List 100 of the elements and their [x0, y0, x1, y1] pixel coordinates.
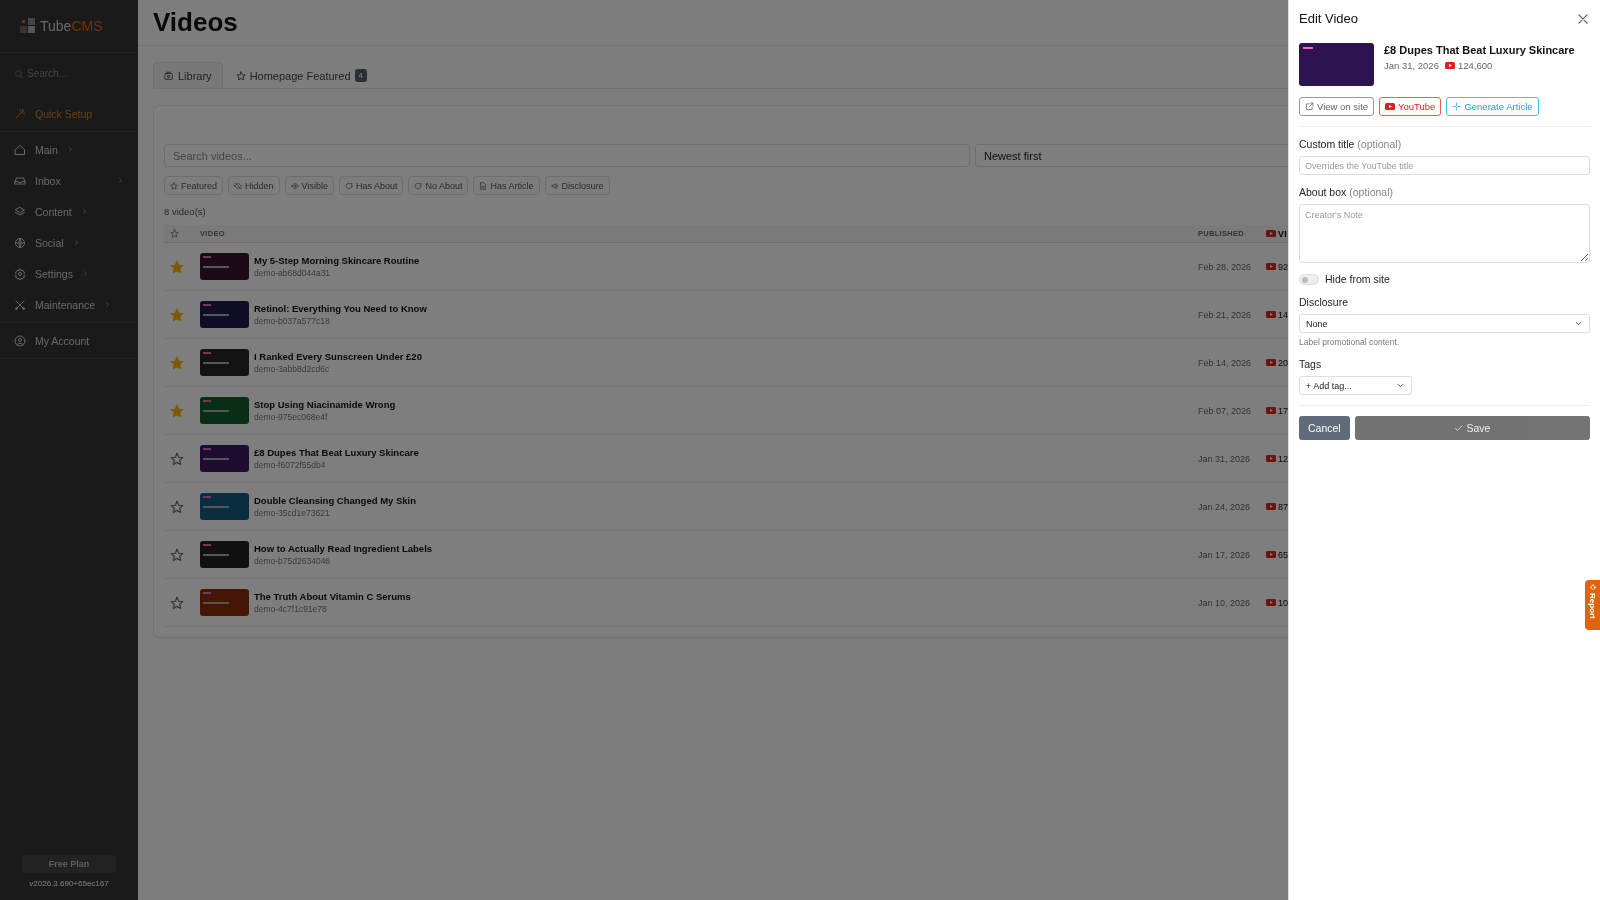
- field-label: Disclosure: [1299, 296, 1349, 308]
- about-box-field[interactable]: Creator's Note: [1299, 204, 1590, 263]
- layers-icon: [14, 205, 26, 218]
- view-on-site-button[interactable]: View on site: [1299, 97, 1375, 116]
- nav-item[interactable]: Main: [0, 134, 138, 165]
- youtube-icon: [1266, 407, 1276, 414]
- view-count: 87: [1266, 501, 1288, 512]
- user-icon: [14, 334, 26, 347]
- chevron-down-icon: [1396, 381, 1405, 390]
- star-icon[interactable]: [170, 547, 184, 562]
- youtube-icon: [1266, 230, 1276, 237]
- sort-dropdown[interactable]: Newest first: [975, 144, 1288, 167]
- published-date: Feb 14, 2026: [1198, 357, 1253, 368]
- filter-chip[interactable]: Hidden: [228, 176, 280, 195]
- nav-item[interactable]: Inbox: [0, 165, 138, 196]
- video-title: £8 Dupes That Beat Luxury Skincare: [254, 447, 419, 458]
- table-row[interactable]: My 5-Step Morning Skincare Routine demo-ab68d044a31 Feb 28, 2026 92: [164, 243, 1288, 291]
- generate-article-button[interactable]: Generate Article: [1446, 97, 1539, 116]
- table-row[interactable]: Double Cleansing Changed My Skin demo-35cd1e73621 Jan 24, 2026 87: [164, 483, 1288, 531]
- view-count: 65: [1266, 549, 1288, 560]
- video-thumbnail: [200, 301, 249, 328]
- video-thumbnail: [200, 397, 249, 424]
- eye-off-icon: [234, 181, 243, 190]
- video-date: Jan 31, 2026: [1384, 60, 1439, 71]
- star-icon[interactable]: [170, 403, 184, 418]
- column-header: VI: [1266, 228, 1288, 239]
- nav-item[interactable]: Content: [0, 196, 138, 227]
- video-thumbnail: [200, 253, 249, 280]
- view-count: 10: [1266, 597, 1288, 608]
- toggle-switch[interactable]: [1299, 273, 1319, 285]
- published-date: Jan 31, 2026: [1198, 453, 1252, 464]
- star-icon[interactable]: [170, 595, 184, 610]
- field-label: About box (optional): [1299, 186, 1394, 198]
- filter-chip[interactable]: Featured: [164, 176, 224, 195]
- view-count: 17: [1266, 405, 1288, 416]
- panel-title: Edit Video: [1299, 11, 1359, 26]
- video-title: I Ranked Every Sunscreen Under £20: [254, 351, 422, 362]
- published-date: Jan 24, 2026: [1198, 501, 1252, 512]
- table-row[interactable]: Stop Using Niacinamide Wrong demo-975ec068e4f Feb 07, 2026 17: [164, 387, 1288, 435]
- nav-item[interactable]: Settings: [0, 258, 138, 289]
- count-badge: 4: [354, 69, 367, 82]
- youtube-icon: [1266, 263, 1276, 270]
- filter-chip[interactable]: Visible: [284, 176, 334, 195]
- video-title: My 5-Step Morning Skincare Routine: [254, 255, 420, 266]
- tab[interactable]: Homepage Featured 4: [224, 62, 378, 88]
- video-id: demo-b75d2634046: [254, 556, 332, 566]
- chevron-down-icon: [1574, 319, 1583, 328]
- document-icon: [479, 181, 488, 190]
- table-row[interactable]: How to Actually Read Ingredient Labels demo-b75d2634046 Jan 17, 2026 65: [164, 531, 1288, 579]
- filter-chip[interactable]: No About: [408, 176, 469, 195]
- inbox-icon: [14, 174, 26, 187]
- view-count: 12: [1266, 453, 1288, 464]
- filter-chip[interactable]: Disclosure: [544, 176, 610, 195]
- field-label: Custom title (optional): [1299, 138, 1403, 150]
- nav-item[interactable]: Maintenance: [0, 289, 138, 320]
- video-title: £8 Dupes That Beat Luxury Skincare: [1384, 44, 1575, 56]
- close-icon: [1576, 11, 1590, 26]
- star-icon[interactable]: [170, 451, 184, 466]
- star-icon[interactable]: [170, 355, 184, 370]
- custom-title-field[interactable]: Overrides the YouTube title: [1299, 156, 1590, 175]
- nav-item[interactable]: Quick Setup: [0, 98, 138, 129]
- search-field[interactable]: Search videos...: [164, 144, 970, 167]
- close-button[interactable]: [1576, 11, 1590, 26]
- field-label: Tags: [1299, 358, 1323, 370]
- star-icon: [170, 229, 179, 238]
- cancel-button[interactable]: Cancel: [1299, 416, 1350, 440]
- brand-name: TubeCMS: [40, 18, 103, 34]
- star-icon[interactable]: [170, 499, 184, 514]
- youtube-button[interactable]: YouTube: [1379, 97, 1442, 116]
- help-text: Label promotional content.: [1299, 337, 1401, 347]
- video-id: demo-35cd1e73621: [254, 508, 331, 518]
- report-tab[interactable]: Report: [1585, 580, 1600, 630]
- video-icon: [164, 70, 174, 81]
- star-icon[interactable]: [170, 307, 184, 322]
- check-icon: [1454, 423, 1464, 433]
- filter-chip[interactable]: Has About: [338, 176, 404, 195]
- video-title: How to Actually Read Ingredient Labels: [254, 543, 433, 554]
- home-icon: [14, 143, 26, 156]
- published-date: Feb 07, 2026: [1198, 405, 1253, 416]
- video-id: demo-4c7f1c91e78: [254, 604, 328, 614]
- table-row[interactable]: The Truth About Vitamin C Serums demo-4c7f1c91e78 Jan 10, 2026 10: [164, 579, 1288, 627]
- star-icon[interactable]: [170, 259, 184, 274]
- tab[interactable]: Library: [153, 62, 223, 88]
- table-row[interactable]: Retinol: Everything You Need to Know demo-b037a577c18 Feb 21, 2026 14: [164, 291, 1288, 339]
- video-title: The Truth About Vitamin C Serums: [254, 591, 411, 602]
- filter-chip[interactable]: Has Article: [473, 176, 540, 195]
- nav-item[interactable]: Social: [0, 227, 138, 258]
- nav-item[interactable]: My Account: [0, 325, 138, 356]
- star-icon: [170, 181, 178, 190]
- star-icon: [235, 70, 246, 81]
- video-title: Double Cleansing Changed My Skin: [254, 495, 417, 506]
- video-thumbnail: [200, 541, 249, 568]
- table-row[interactable]: £8 Dupes That Beat Luxury Skincare demo-f6072f55db4 Jan 31, 2026 12: [164, 435, 1288, 483]
- plan-button[interactable]: Free Plan: [22, 855, 116, 873]
- video-count: 8 video(s): [164, 206, 206, 217]
- tag-dropdown[interactable]: + Add tag...: [1299, 376, 1412, 395]
- search-icon: [14, 69, 24, 79]
- table-row[interactable]: I Ranked Every Sunscreen Under £20 demo-3abb8d2cd6c Feb 14, 2026 20: [164, 339, 1288, 387]
- eye-icon: [290, 181, 299, 190]
- disclosure-dropdown[interactable]: None: [1299, 314, 1590, 333]
